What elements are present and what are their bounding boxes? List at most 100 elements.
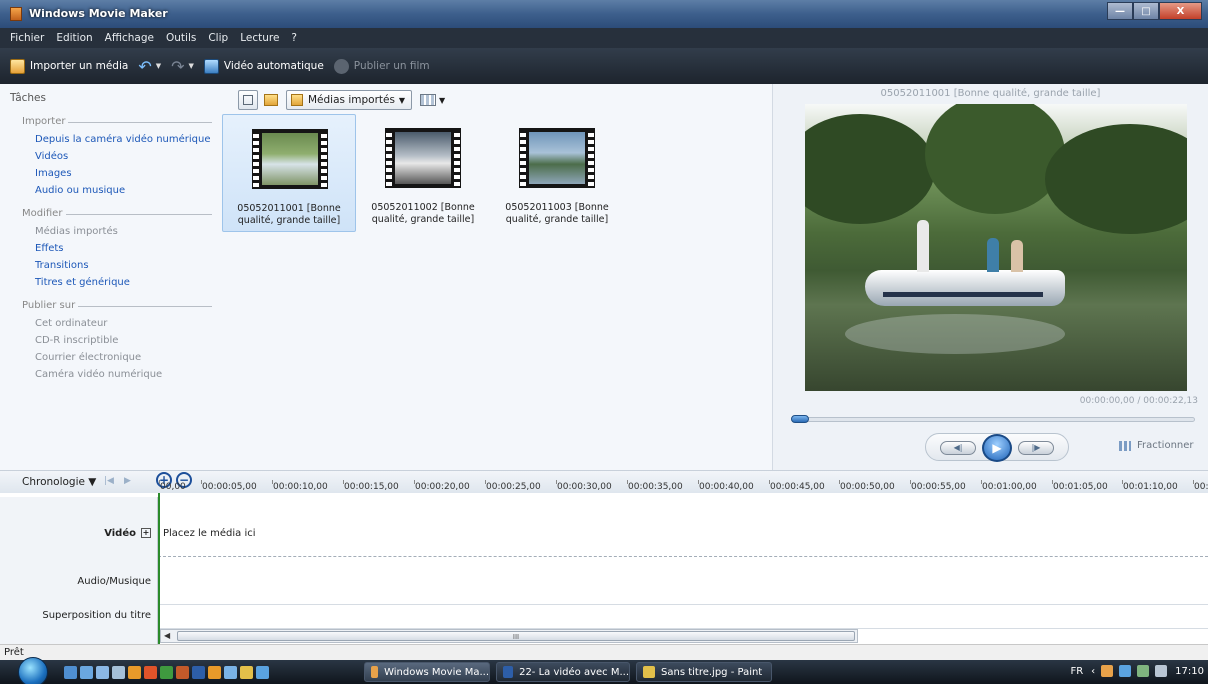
- firefox-icon[interactable]: [144, 666, 157, 679]
- undo-dropdown-icon[interactable]: ▼: [156, 62, 161, 70]
- split-button[interactable]: Fractionner: [1119, 440, 1194, 451]
- ruler-tick: 00:00:30,00: [556, 480, 612, 492]
- view-options-button[interactable]: ▼: [420, 94, 445, 106]
- media-clip[interactable]: 05052011001 [Bonne qualité, grande taille…: [222, 114, 356, 232]
- preview-title: 05052011001 [Bonne qualité, grande taill…: [880, 88, 1101, 99]
- link-cdr[interactable]: CD-R inscriptible: [35, 335, 118, 346]
- scroll-left-icon[interactable]: ◀: [164, 631, 170, 640]
- import-icon: [10, 58, 25, 74]
- show-desktop-icon[interactable]: [64, 666, 77, 679]
- movie-maker-icon: [371, 666, 379, 678]
- network-icon[interactable]: [224, 666, 237, 679]
- paint-icon[interactable]: [240, 666, 253, 679]
- timeline-mode-dropdown[interactable]: Chronologie ▼: [22, 476, 96, 488]
- redo-dropdown-icon[interactable]: ▼: [189, 62, 194, 70]
- undo-icon[interactable]: ↶: [138, 57, 151, 76]
- previous-frame-button[interactable]: ◀|: [940, 441, 976, 455]
- menu-lecture[interactable]: Lecture: [234, 32, 285, 44]
- auto-movie-button[interactable]: Vidéo automatique: [203, 58, 324, 74]
- menu-affichage[interactable]: Affichage: [99, 32, 160, 44]
- chevron-down-icon: ▼: [398, 95, 405, 105]
- link-this-computer[interactable]: Cet ordinateur: [35, 318, 107, 329]
- section-edit-label: Modifier: [22, 208, 63, 219]
- seek-handle[interactable]: [791, 415, 809, 423]
- language-indicator[interactable]: FR: [1070, 666, 1083, 677]
- ruler-tick: 00:00:15,00: [343, 480, 399, 492]
- play-timeline-icon[interactable]: ▶: [124, 476, 131, 486]
- timeline-mode-label: Chronologie: [22, 476, 85, 488]
- taskbar-word-document[interactable]: 22- La vidéo avec M...: [496, 662, 630, 682]
- taskbar-movie-maker[interactable]: Windows Movie Ma...: [364, 662, 490, 682]
- tray-app-icon[interactable]: [1119, 665, 1132, 677]
- start-button[interactable]: [18, 657, 48, 684]
- clock[interactable]: 17:10: [1175, 666, 1204, 677]
- media-icon[interactable]: [208, 666, 221, 679]
- menu-fichier[interactable]: Fichier: [4, 32, 50, 44]
- menu-clip[interactable]: Clip: [202, 32, 234, 44]
- seek-bar[interactable]: [791, 417, 1195, 422]
- rewind-icon[interactable]: |◀: [104, 476, 114, 486]
- word-icon[interactable]: [192, 666, 205, 679]
- ie-icon[interactable]: [256, 666, 269, 679]
- link-dv-camera[interactable]: Caméra vidéo numérique: [35, 369, 162, 380]
- close-button[interactable]: X: [1159, 2, 1202, 20]
- minimize-button[interactable]: —: [1107, 2, 1133, 20]
- link-transitions[interactable]: Transitions: [35, 260, 89, 271]
- play-button[interactable]: ▶: [982, 434, 1012, 462]
- video-track[interactable]: Placez le média ici: [158, 497, 1208, 557]
- menu-help[interactable]: ?: [285, 32, 303, 44]
- collections-toolbar: Médias importés ▼ ▼: [238, 90, 445, 110]
- explorer-icon[interactable]: [96, 666, 109, 679]
- clip-thumbnail: [385, 128, 461, 188]
- time-ruler[interactable]: 00,00 00:00:05,00 00:00:10,00 00:00:15,0…: [158, 480, 1208, 496]
- link-email[interactable]: Courrier électronique: [35, 352, 141, 363]
- preview-pane: 05052011001 [Bonne qualité, grande taill…: [772, 84, 1208, 470]
- collections-pane: Médias importés ▼ ▼ 05052011001 [Bonne qu…: [218, 84, 772, 470]
- network-status-icon[interactable]: [1137, 665, 1150, 677]
- section-import: Importer: [22, 116, 212, 127]
- volume-icon[interactable]: [1155, 665, 1168, 677]
- publish-movie-button[interactable]: Publier un film: [333, 58, 430, 74]
- redo-icon[interactable]: ↷: [171, 57, 184, 76]
- ruler-tick: 00:01:10,00: [1122, 480, 1178, 492]
- maximize-button[interactable]: □: [1133, 2, 1159, 20]
- link-effects[interactable]: Effets: [35, 243, 64, 254]
- playhead[interactable]: [158, 493, 160, 645]
- excel-icon[interactable]: [160, 666, 173, 679]
- powerpoint-icon[interactable]: [176, 666, 189, 679]
- next-frame-button[interactable]: |▶: [1018, 441, 1054, 455]
- switch-windows-icon[interactable]: [80, 666, 93, 679]
- app-icon[interactable]: [112, 666, 125, 679]
- folder-up-icon[interactable]: [264, 94, 278, 106]
- expand-icon[interactable]: +: [141, 528, 151, 538]
- link-from-camera[interactable]: Depuis la caméra vidéo numérique: [35, 134, 211, 145]
- tray-app-icon[interactable]: [1101, 665, 1114, 677]
- scroll-thumb[interactable]: III: [177, 631, 855, 641]
- link-titles-credits[interactable]: Titres et générique: [35, 277, 130, 288]
- import-media-button[interactable]: Importer un média: [10, 58, 128, 74]
- media-clip[interactable]: 05052011002 [Bonne qualité, grande taille…: [356, 114, 490, 232]
- tasks-title: Tâches: [10, 92, 46, 104]
- link-imported-media[interactable]: Médias importés: [35, 226, 118, 237]
- link-images[interactable]: Images: [35, 168, 72, 179]
- menu-outils[interactable]: Outils: [160, 32, 202, 44]
- taskbar-paint[interactable]: Sans titre.jpg - Paint: [636, 662, 772, 682]
- link-videos[interactable]: Vidéos: [35, 151, 68, 162]
- track-label-title-overlay: Superposition du titre: [42, 610, 151, 621]
- status-bar: Prêt: [0, 644, 1208, 660]
- window-title: Windows Movie Maker: [29, 7, 168, 20]
- collection-select[interactable]: Médias importés ▼: [286, 90, 412, 110]
- outlook-icon[interactable]: [128, 666, 141, 679]
- tray-expand-icon[interactable]: ‹: [1091, 666, 1095, 677]
- link-audio-music[interactable]: Audio ou musique: [35, 185, 125, 196]
- boat-image: [865, 270, 1065, 306]
- audio-track[interactable]: [158, 557, 1208, 605]
- toggle-tasks-button[interactable]: [238, 90, 258, 110]
- title-overlay-track[interactable]: [158, 605, 1208, 629]
- timeline-scrollbar[interactable]: ◀ III: [160, 629, 858, 643]
- ruler-tick: 00:01:05,00: [1052, 480, 1108, 492]
- transport-controls: ◀| ▶ |▶: [925, 433, 1069, 462]
- ruler-tick: 00:00:25,00: [485, 480, 541, 492]
- menu-edition[interactable]: Edition: [50, 32, 98, 44]
- media-clip[interactable]: 05052011003 [Bonne qualité, grande taille…: [490, 114, 624, 232]
